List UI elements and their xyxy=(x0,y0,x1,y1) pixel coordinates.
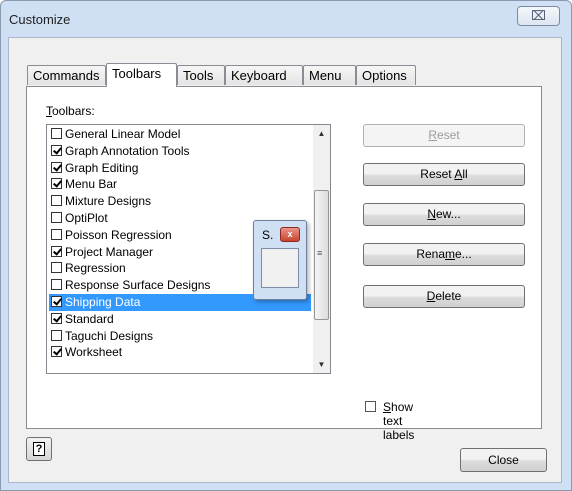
checkbox-icon[interactable] xyxy=(365,401,376,412)
checkbox-icon[interactable] xyxy=(51,212,62,223)
show-text-labels-label: Show text labels xyxy=(383,400,415,442)
help-icon: ? xyxy=(33,442,45,456)
toolbar-item-label: Response Surface Designs xyxy=(65,278,211,293)
toolbar-item-label: OptiPlot xyxy=(65,211,108,225)
checked-checkbox-icon[interactable] xyxy=(51,178,62,190)
toolbar-item-label: Mixture Designs xyxy=(65,194,152,209)
toolbar-list-item[interactable]: Standard xyxy=(49,311,311,328)
checked-checkbox-icon[interactable] xyxy=(51,161,62,173)
checkbox-icon[interactable] xyxy=(51,228,62,240)
rename-button[interactable]: Rename... xyxy=(363,243,525,266)
scrollbar-thumb[interactable]: ≡ xyxy=(314,190,329,320)
toolbar-item-label: Graph Editing xyxy=(65,160,139,175)
title-bar[interactable]: Customize ⌧ xyxy=(1,1,571,37)
toolbar-list-item[interactable]: Worksheet xyxy=(49,344,311,361)
tab-menu[interactable]: Menu xyxy=(303,65,356,85)
scroll-up-arrow-icon[interactable]: ▲ xyxy=(313,125,330,142)
floating-toolbar-body xyxy=(261,248,299,288)
toolbar-list-item[interactable]: Taguchi Designs xyxy=(49,328,311,345)
toolbar-list-item[interactable]: Menu Bar xyxy=(49,176,311,193)
toolbar-list-item[interactable]: Graph Annotation Tools xyxy=(49,143,311,160)
tab-options[interactable]: Options xyxy=(356,65,416,85)
delete-button[interactable]: Delete xyxy=(363,285,525,308)
checkbox-icon[interactable] xyxy=(51,195,62,207)
customize-dialog: Customize ⌧ Commands Toolbars Tools Keyb… xyxy=(0,0,572,491)
checkbox-icon[interactable] xyxy=(51,329,62,341)
toolbars-list-label: Toolbars: xyxy=(46,104,95,118)
toolbar-list-item[interactable]: Mixture Designs xyxy=(49,193,311,210)
tab-commands[interactable]: Commands xyxy=(27,65,106,85)
toolbar-item-label: Standard xyxy=(65,311,114,326)
tab-keyboard[interactable]: Keyboard xyxy=(225,65,303,85)
new-button[interactable]: New... xyxy=(363,203,525,226)
window-close-button[interactable]: ⌧ xyxy=(517,6,560,26)
checked-checkbox-icon[interactable] xyxy=(51,346,62,358)
checkbox-icon[interactable] xyxy=(51,128,62,139)
checked-checkbox-icon[interactable] xyxy=(51,312,62,324)
scroll-down-arrow-icon[interactable]: ▼ xyxy=(313,356,330,373)
toolbar-item-label: Regression xyxy=(65,261,126,276)
close-button[interactable]: Close xyxy=(460,448,547,472)
close-icon: ⌧ xyxy=(531,8,546,23)
floating-toolbar-shipping-data[interactable]: S. x xyxy=(253,220,307,300)
floating-toolbar-close-icon[interactable]: x xyxy=(280,227,300,242)
listbox-scrollbar[interactable]: ▲ ≡ ▼ xyxy=(313,125,330,373)
toolbar-item-label: Menu Bar xyxy=(65,177,118,192)
checked-checkbox-icon[interactable] xyxy=(51,144,62,156)
checkbox-icon[interactable] xyxy=(51,279,62,291)
toolbar-item-label: Worksheet xyxy=(65,345,123,360)
reset-button[interactable]: Reset xyxy=(363,124,525,147)
checked-checkbox-icon[interactable] xyxy=(51,245,62,257)
tab-toolbars[interactable]: Toolbars xyxy=(106,63,177,87)
grip-icon: ≡ xyxy=(317,248,323,258)
floating-toolbar-title: S. xyxy=(262,228,274,242)
window-title: Customize xyxy=(9,12,71,27)
toolbar-list-item[interactable]: General Linear Model xyxy=(49,126,311,143)
toolbar-item-label: Project Manager xyxy=(65,244,154,259)
toolbar-list-item[interactable]: Graph Editing xyxy=(49,160,311,177)
tab-tools[interactable]: Tools xyxy=(177,65,225,85)
toolbar-item-label: General Linear Model xyxy=(65,127,181,141)
toolbar-item-label: Taguchi Designs xyxy=(65,328,154,343)
checked-checkbox-icon[interactable] xyxy=(51,296,62,307)
reset-all-button[interactable]: Reset All xyxy=(363,163,525,186)
toolbar-item-label: Poisson Regression xyxy=(65,227,172,242)
toolbar-item-label: Shipping Data xyxy=(65,295,141,309)
checkbox-icon[interactable] xyxy=(51,262,62,274)
toolbar-item-label: Graph Annotation Tools xyxy=(65,143,190,158)
help-button[interactable]: ? xyxy=(26,437,52,461)
